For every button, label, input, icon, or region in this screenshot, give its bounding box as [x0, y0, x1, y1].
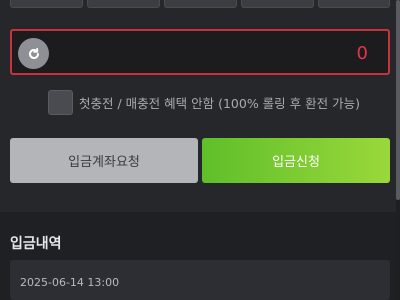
amount-value: 0	[356, 43, 368, 64]
quick-amount-button[interactable]	[87, 0, 160, 8]
scrollbar-thumb[interactable]	[396, 0, 400, 200]
refresh-icon[interactable]	[18, 38, 49, 69]
request-account-button[interactable]: 입금계좌요청	[10, 138, 198, 183]
history-item[interactable]: 2025-06-14 13:00	[10, 260, 390, 300]
quick-amount-button[interactable]	[241, 0, 314, 8]
quick-amount-button[interactable]	[10, 0, 83, 8]
quick-amount-buttons	[10, 0, 390, 8]
deposit-request-button[interactable]: 입금신청	[202, 138, 390, 183]
deposit-history-panel: 입금내역 2025-06-14 13:00	[0, 212, 400, 300]
deposit-amount-field[interactable]: 0	[10, 29, 390, 75]
quick-amount-button[interactable]	[318, 0, 390, 8]
quick-amount-button[interactable]	[164, 0, 237, 8]
scrollbar[interactable]	[396, 0, 400, 300]
bonus-optout-label: 첫충전 / 매충전 혜택 안함 (100% 롤링 후 환전 가능)	[79, 95, 360, 111]
history-date: 2025-06-14 13:00	[20, 276, 120, 289]
bonus-optout-row: 첫충전 / 매충전 혜택 안함 (100% 롤링 후 환전 가능)	[48, 89, 360, 115]
history-title: 입금내역	[10, 236, 62, 252]
bonus-optout-checkbox[interactable]	[48, 89, 73, 115]
